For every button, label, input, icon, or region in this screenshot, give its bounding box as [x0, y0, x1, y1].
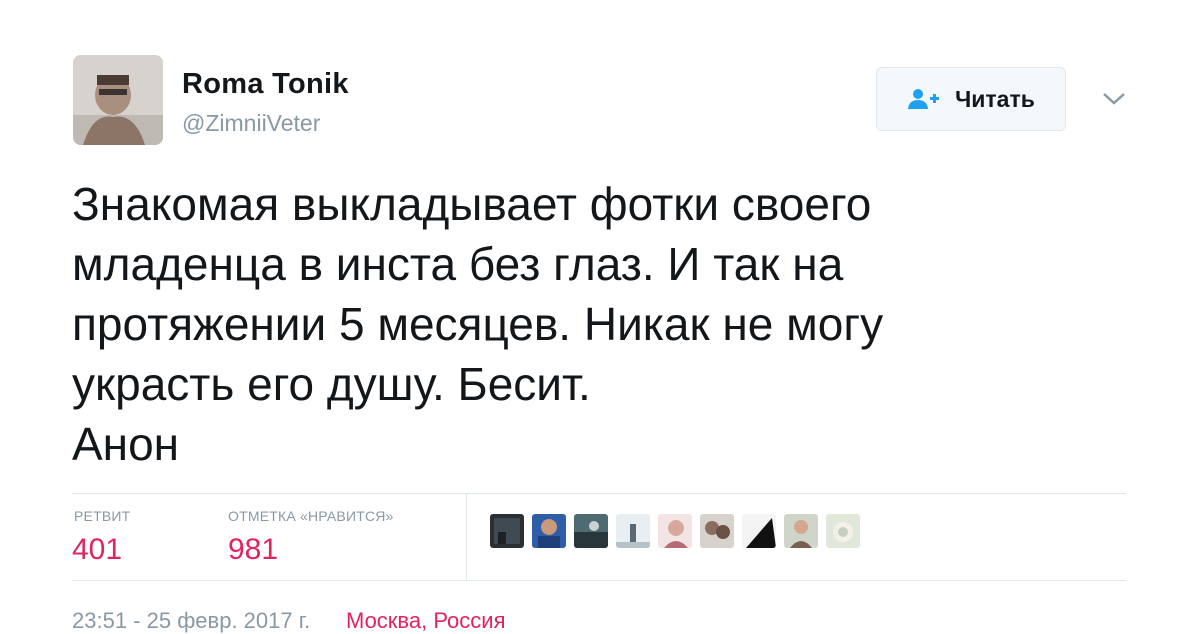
liker-avatar[interactable] — [742, 514, 776, 548]
tweet-location[interactable]: Москва, Россия — [346, 608, 505, 634]
liker-avatar[interactable] — [658, 514, 692, 548]
liker-avatar[interactable] — [574, 514, 608, 548]
author-name[interactable]: Roma Tonik — [182, 68, 349, 101]
liker-avatar[interactable] — [826, 514, 860, 548]
liker-avatar[interactable] — [700, 514, 734, 548]
tweet-timestamp[interactable]: 23:51 - 25 февр. 2017 г. — [72, 608, 310, 634]
retweets-count[interactable]: 401 — [72, 533, 122, 567]
author-avatar[interactable] — [73, 55, 163, 145]
likes-count[interactable]: 981 — [228, 533, 278, 567]
liker-avatar[interactable] — [616, 514, 650, 548]
author-handle[interactable]: @ZimniiVeter — [182, 110, 320, 137]
stats-vertical-divider — [466, 494, 467, 580]
add-user-icon — [908, 89, 940, 109]
tweet-text: Знакомая выкладывает фотки своего младен… — [72, 178, 884, 470]
likers-avatars — [490, 514, 860, 548]
avatar-photo — [73, 55, 163, 145]
liker-avatar[interactable] — [784, 514, 818, 548]
follow-button-label: Читать — [955, 85, 1035, 112]
chevron-down-icon — [1103, 93, 1125, 105]
stats-top-divider — [72, 493, 1126, 494]
liker-avatar[interactable] — [532, 514, 566, 548]
retweets-label[interactable]: РЕТВИТ — [74, 508, 130, 524]
liker-avatar[interactable] — [490, 514, 524, 548]
likes-label[interactable]: ОТМЕТКА «НРАВИТСЯ» — [228, 508, 394, 524]
more-menu-button[interactable] — [1100, 86, 1128, 110]
follow-button[interactable]: Читать — [876, 67, 1066, 131]
stats-bottom-divider — [72, 580, 1126, 581]
